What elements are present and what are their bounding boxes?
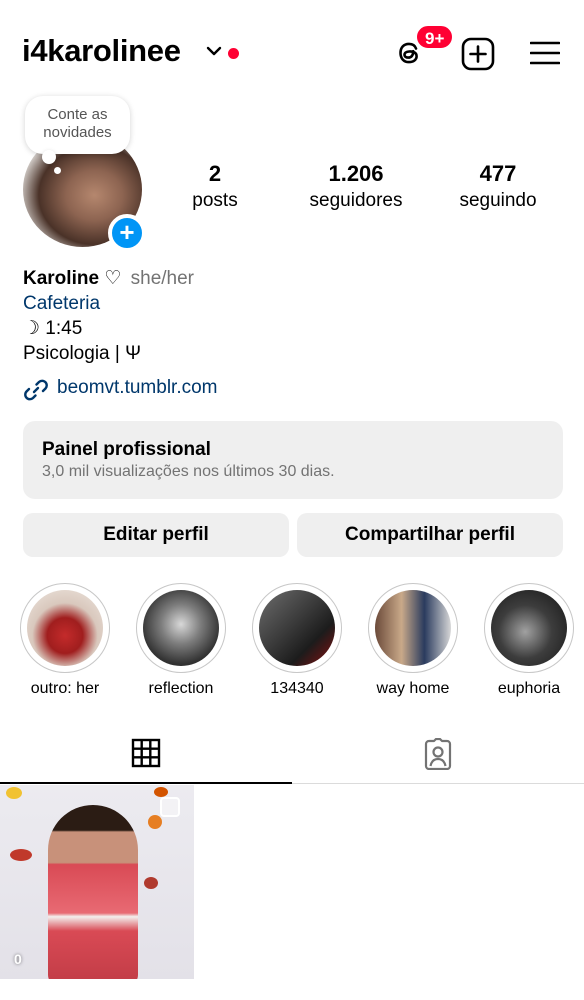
- bio-section: Karoline ♡ she/her Cafeteria ☽ 1:45 Psic…: [23, 266, 563, 366]
- tab-posts-grid[interactable]: [0, 722, 292, 784]
- stat-following-label: seguindo: [459, 190, 537, 211]
- post-thumbnail[interactable]: 0: [0, 785, 194, 979]
- story-highlight[interactable]: euphoria: [483, 583, 575, 698]
- stat-followers-label: seguidores: [309, 190, 403, 211]
- professional-dashboard[interactable]: Painel profissional 3,0 mil visualizaçõe…: [23, 421, 563, 499]
- highlight-cover-ring: [20, 583, 110, 673]
- note-bubble-tail-small: [54, 167, 61, 174]
- chevron-down-icon[interactable]: [206, 45, 222, 57]
- share-profile-button[interactable]: Compartilhar perfil: [297, 513, 563, 557]
- stat-following[interactable]: 477 seguindo: [448, 160, 548, 214]
- dashboard-title: Painel profissional: [42, 439, 211, 460]
- post-view-count: 0: [14, 951, 22, 967]
- story-highlight[interactable]: 134340: [251, 583, 343, 698]
- add-story-button[interactable]: +: [108, 214, 146, 252]
- pronouns: she/her: [130, 268, 195, 289]
- highlight-label: outro: her: [30, 680, 100, 697]
- highlight-label: euphoria: [497, 680, 561, 697]
- heart-icon: ♡: [104, 268, 122, 289]
- grid-icon: [131, 738, 161, 768]
- highlight-cover-ring: [484, 583, 574, 673]
- highlight-cover: [375, 590, 451, 666]
- flower-decoration: [148, 815, 162, 829]
- highlight-cover-ring: [368, 583, 458, 673]
- note-bubble-tail: [42, 150, 56, 164]
- highlight-cover: [27, 590, 103, 666]
- post-photo-subject: [48, 805, 138, 979]
- stat-posts[interactable]: 2 posts: [175, 160, 255, 214]
- notification-dot: [228, 48, 239, 59]
- story-highlight[interactable]: way home: [367, 583, 459, 698]
- edit-profile-button[interactable]: Editar perfil: [23, 513, 289, 557]
- highlight-cover: [259, 590, 335, 666]
- flower-decoration: [6, 787, 22, 799]
- display-name: Karoline: [23, 268, 100, 289]
- stat-followers-value: 1.206: [328, 161, 384, 186]
- stat-posts-value: 2: [208, 161, 222, 186]
- bio-line-1: ☽ 1:45: [23, 318, 83, 339]
- stat-posts-label: posts: [192, 190, 238, 211]
- highlight-cover-ring: [252, 583, 342, 673]
- story-highlight[interactable]: outro: her: [19, 583, 111, 698]
- plus-square-icon[interactable]: [461, 37, 495, 71]
- story-highlight[interactable]: reflection: [135, 583, 227, 698]
- stat-following-value: 477: [479, 161, 517, 186]
- threads-badge: 9+: [415, 24, 455, 50]
- link-icon: [24, 379, 48, 401]
- note-bubble[interactable]: Conte as novidades: [25, 96, 130, 154]
- highlight-label: 134340: [270, 680, 324, 697]
- profile-category[interactable]: Cafeteria: [23, 291, 563, 316]
- highlight-cover: [491, 590, 567, 666]
- stat-followers[interactable]: 1.206 seguidores: [296, 160, 416, 214]
- highlight-cover-ring: [136, 583, 226, 673]
- carousel-icon: [160, 797, 180, 817]
- dashboard-subtitle: 3,0 mil visualizações nos últimos 30 dia…: [42, 463, 335, 480]
- flower-decoration: [154, 787, 168, 797]
- flower-decoration: [10, 849, 32, 861]
- hamburger-menu-icon[interactable]: [530, 40, 560, 66]
- highlight-label: reflection: [148, 680, 214, 697]
- tagged-person-icon: [424, 738, 452, 770]
- tab-tagged[interactable]: [292, 722, 584, 784]
- bio-link-text[interactable]: beomvt.tumblr.com: [57, 377, 218, 399]
- username-title[interactable]: i4karolinee: [22, 33, 181, 69]
- highlight-label: way home: [376, 680, 450, 697]
- profile-header: i4karolinee 9+: [0, 0, 584, 100]
- note-text: Conte as novidades: [43, 106, 112, 141]
- bio-line-2: Psicologia | Ψ: [23, 343, 141, 364]
- flower-decoration: [144, 877, 158, 889]
- highlight-cover: [143, 590, 219, 666]
